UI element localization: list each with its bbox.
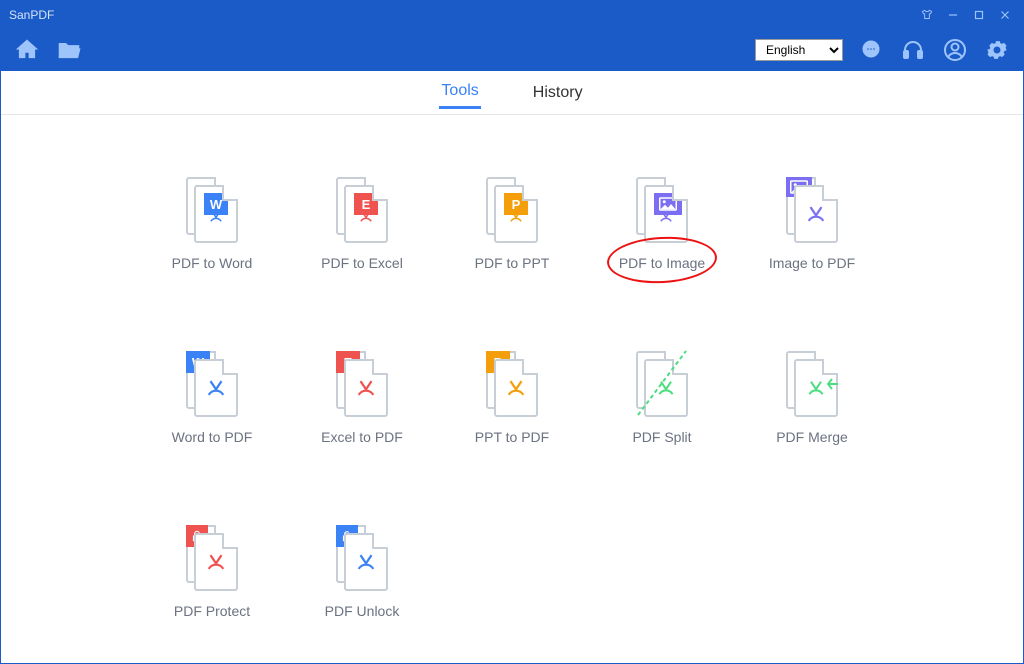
- open-folder-icon[interactable]: [55, 36, 83, 64]
- tool-ppt-to-pdf[interactable]: P PPT to PDF: [437, 349, 587, 445]
- file-icon: [184, 523, 240, 591]
- user-icon[interactable]: [941, 36, 969, 64]
- tool-excel-to-pdf[interactable]: E Excel to PDF: [287, 349, 437, 445]
- home-icon[interactable]: [13, 36, 41, 64]
- file-icon: W: [184, 349, 240, 417]
- chat-icon[interactable]: [857, 36, 885, 64]
- language-select[interactable]: English: [755, 39, 843, 61]
- tool-pdf-to-ppt[interactable]: ⋏ P PDF to PPT: [437, 175, 587, 271]
- file-icon: ⋏ P: [484, 175, 540, 243]
- tool-label: PDF Merge: [776, 429, 848, 445]
- tool-label: Excel to PDF: [321, 429, 403, 445]
- minimize-button[interactable]: [943, 5, 963, 25]
- tool-label: Image to PDF: [769, 255, 855, 271]
- tool-label: PDF to Excel: [321, 255, 403, 271]
- main-panel: ⋏ W PDF to Word ⋏ E PDF to Excel ⋏: [1, 115, 1023, 663]
- close-button[interactable]: [995, 5, 1015, 25]
- tshirt-icon[interactable]: [917, 5, 937, 25]
- tab-history[interactable]: History: [531, 78, 585, 108]
- tool-label: PDF to PPT: [475, 255, 550, 271]
- titlebar: SanPDF: [1, 1, 1023, 29]
- tab-row: Tools History: [1, 71, 1023, 115]
- file-icon: [334, 523, 390, 591]
- app-title: SanPDF: [9, 8, 54, 22]
- tool-pdf-unlock[interactable]: PDF Unlock: [287, 523, 437, 619]
- tools-grid: ⋏ W PDF to Word ⋏ E PDF to Excel ⋏: [41, 175, 983, 619]
- file-icon: ⋏ W: [184, 175, 240, 243]
- tool-word-to-pdf[interactable]: W Word to PDF: [137, 349, 287, 445]
- file-icon: [634, 349, 690, 417]
- tab-tools[interactable]: Tools: [439, 76, 480, 109]
- tool-label: PPT to PDF: [475, 429, 549, 445]
- tool-label: PDF Unlock: [325, 603, 400, 619]
- file-icon: [784, 175, 840, 243]
- tool-pdf-merge[interactable]: PDF Merge: [737, 349, 887, 445]
- tool-pdf-to-excel[interactable]: ⋏ E PDF to Excel: [287, 175, 437, 271]
- toolbar: English: [1, 29, 1023, 71]
- file-icon: [784, 349, 840, 417]
- tool-image-to-pdf[interactable]: Image to PDF: [737, 175, 887, 271]
- tool-pdf-to-word[interactable]: ⋏ W PDF to Word: [137, 175, 287, 271]
- tool-label: PDF Split: [632, 429, 691, 445]
- tool-label: PDF to Image: [619, 255, 705, 271]
- file-icon: P: [484, 349, 540, 417]
- headphones-icon[interactable]: [899, 36, 927, 64]
- file-icon: E: [334, 349, 390, 417]
- tool-pdf-to-image[interactable]: ⋏ PDF to Image: [587, 175, 737, 271]
- maximize-button[interactable]: [969, 5, 989, 25]
- tool-pdf-protect[interactable]: PDF Protect: [137, 523, 287, 619]
- file-icon: ⋏: [634, 175, 690, 243]
- file-icon: ⋏ E: [334, 175, 390, 243]
- tool-label: Word to PDF: [172, 429, 253, 445]
- tool-pdf-split[interactable]: PDF Split: [587, 349, 737, 445]
- settings-icon[interactable]: [983, 36, 1011, 64]
- tool-label: PDF to Word: [172, 255, 253, 271]
- tool-label: PDF Protect: [174, 603, 250, 619]
